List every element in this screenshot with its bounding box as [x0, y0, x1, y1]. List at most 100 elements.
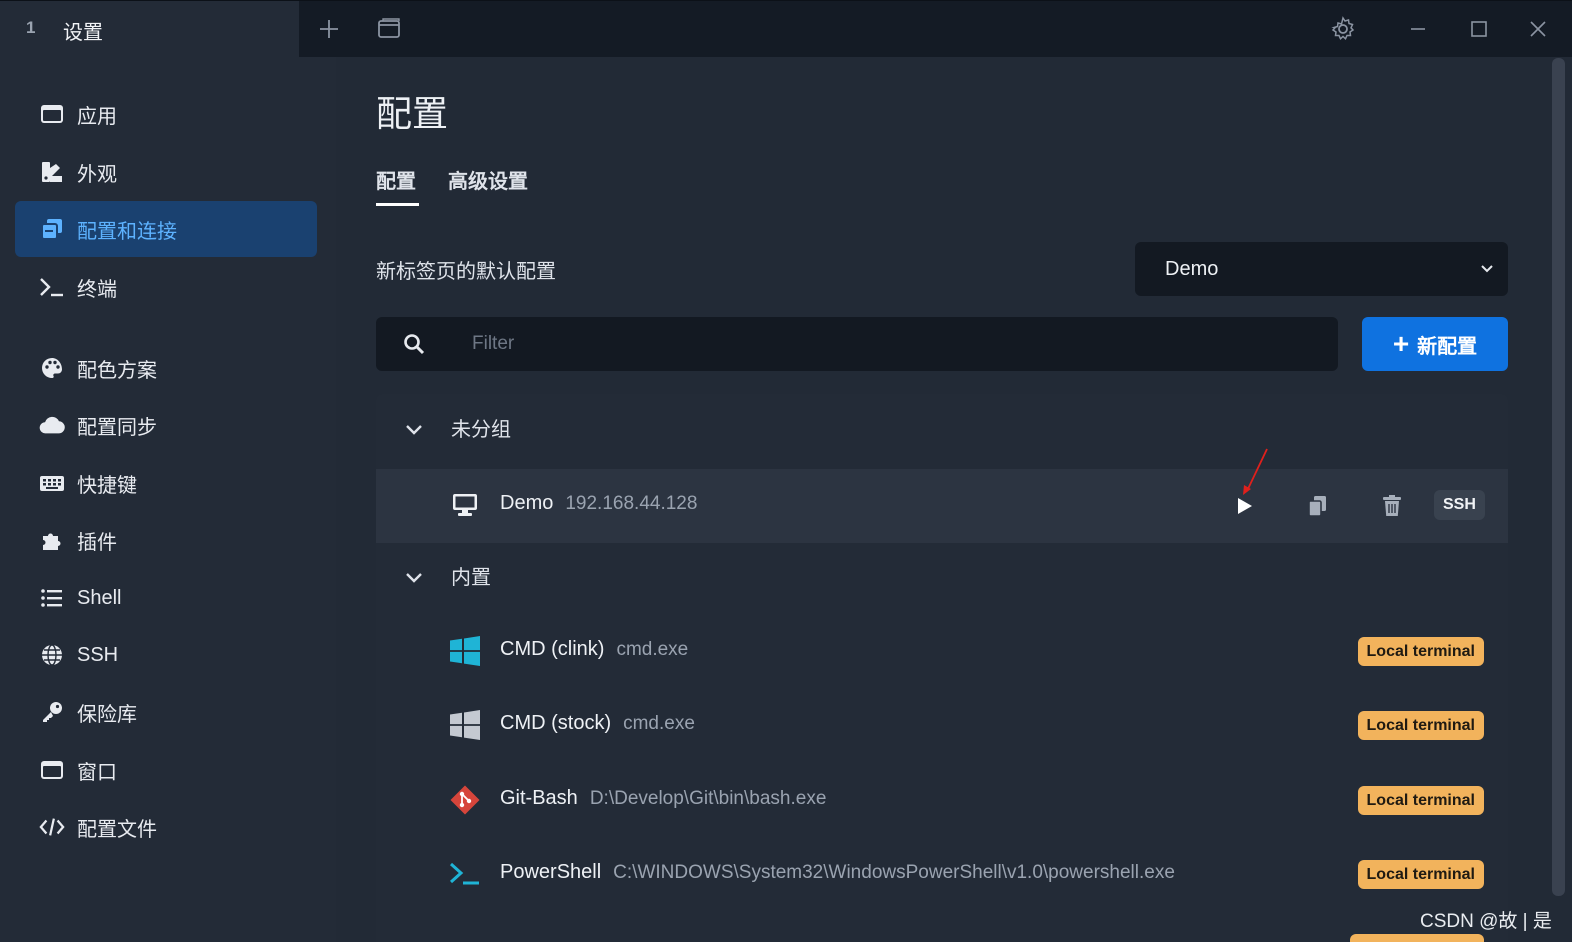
list-item[interactable]: CMD (stock) cmd.exe Local terminal: [376, 689, 1508, 763]
palette-icon: [39, 355, 65, 381]
profile-list: 未分组 Demo 192.168.44.128 SSH 内置 CMD (clink…: [376, 394, 1508, 942]
sidebar-item-label: SSH: [77, 643, 119, 666]
chevron-down-icon: [402, 565, 426, 595]
sidebar-item-terminal[interactable]: 终端: [15, 259, 317, 315]
key-icon: [39, 699, 65, 725]
tab-advanced[interactable]: 高级设置: [448, 165, 528, 194]
code-icon: [39, 814, 65, 840]
profile-name: CMD (clink): [500, 638, 605, 660]
git-icon: [448, 783, 482, 817]
tab-settings[interactable]: 1 设置: [0, 1, 299, 58]
copy-icon[interactable]: [1303, 491, 1333, 521]
profile-desc: C:\WINDOWS\System32\WindowsPowerShell\v1…: [613, 862, 1175, 883]
search-icon: [402, 332, 426, 361]
brush-icon: [39, 159, 65, 185]
plus-icon: +: [1392, 328, 1410, 359]
profile-desc: D:\Develop\Git\bin\bash.exe: [589, 788, 827, 809]
sidebar-item-window[interactable]: 窗口: [15, 742, 317, 798]
title-bar: 1 设置: [0, 0, 1572, 58]
group-label: 未分组: [451, 418, 511, 441]
sidebar-item-label: 配色方案: [77, 359, 157, 382]
sidebar-item-ssh[interactable]: SSH: [15, 627, 317, 683]
windows-gray-icon: [448, 708, 482, 742]
local-terminal-badge: Local terminal: [1357, 711, 1484, 740]
filter-box: [376, 317, 1338, 371]
profile-desc: cmd.exe: [623, 713, 695, 734]
monitor-icon: [448, 488, 482, 522]
sidebar-item-label: 外观: [77, 163, 117, 186]
sidebar-item-app[interactable]: 应用: [15, 86, 317, 142]
group-header-ungrouped[interactable]: 未分组: [376, 397, 1508, 457]
list-item[interactable]: CMD (clink) cmd.exe Local terminal: [376, 615, 1508, 689]
list-item[interactable]: Git-Bash D:\Develop\Git\bin\bash.exe Loca…: [376, 764, 1508, 838]
tab-title: 设置: [63, 22, 103, 44]
trash-icon[interactable]: [1377, 491, 1407, 521]
plus-icon[interactable]: [315, 15, 343, 43]
sidebar-item-label: 配置和连接: [77, 220, 177, 243]
page-title: 配置: [376, 93, 449, 134]
chevron-down-icon: [1478, 259, 1496, 283]
sidebar: 应用 外观 配置和连接 终端 配色方案 配置同步 快捷键 插件 Shell SS…: [0, 57, 336, 942]
minimize-icon[interactable]: [1404, 15, 1432, 43]
list-item[interactable]: PowerShell C:\WINDOWS\System32\WindowsPow…: [376, 838, 1508, 912]
default-profile-value: Demo: [1165, 257, 1219, 280]
sidebar-item-label: 快捷键: [77, 474, 137, 497]
ssh-badge: SSH: [1434, 490, 1485, 520]
window-icon: [39, 757, 65, 783]
gear-icon[interactable]: [1329, 15, 1357, 43]
sidebar-item-config-file[interactable]: 配置文件: [15, 799, 317, 855]
sidebar-item-label: 应用: [77, 105, 117, 128]
profile-name: Demo: [500, 492, 554, 514]
sidebar-item-vault[interactable]: 保险库: [15, 684, 317, 740]
maximize-icon[interactable]: [1465, 15, 1493, 43]
sidebar-item-label: 窗口: [77, 761, 117, 784]
sidebar-item-label: 终端: [77, 278, 117, 301]
profile-name: PowerShell: [500, 861, 602, 883]
windows-color-icon: [448, 634, 482, 668]
sidebar-item-appearance[interactable]: 外观: [15, 144, 317, 200]
sidebar-item-shell[interactable]: Shell: [15, 570, 317, 626]
profiles-icon: [39, 216, 65, 242]
profile-desc: 192.168.44.128: [565, 493, 698, 514]
profile-name: CMD (stock): [500, 712, 612, 734]
local-terminal-badge: Local terminal: [1357, 786, 1484, 815]
annotation-arrow: [1243, 448, 1268, 495]
new-profile-button[interactable]: + 新配置: [1362, 317, 1508, 371]
profile-name: Git-Bash: [500, 787, 578, 809]
globe-icon: [39, 642, 65, 668]
default-profile-label: 新标签页的默认配置: [376, 261, 556, 283]
partial-badge: [1350, 934, 1484, 942]
sidebar-item-label: 配置同步: [77, 416, 157, 439]
sidebar-item-label: 插件: [77, 531, 117, 554]
sidebar-item-sync[interactable]: 配置同步: [15, 397, 317, 453]
tab-profiles[interactable]: 配置: [376, 165, 416, 194]
new-profile-label: 新配置: [1417, 335, 1478, 358]
terminal-prompt-icon: [39, 274, 65, 300]
main-content: 配置 配置 高级设置 新标签页的默认配置 Demo + 新配置 未分组 Demo…: [336, 57, 1572, 942]
app-window-icon: [39, 101, 65, 127]
sidebar-item-plugins[interactable]: 插件: [15, 512, 317, 568]
default-profile-select[interactable]: Demo: [1135, 242, 1508, 296]
chevron-down-icon: [402, 417, 426, 447]
sidebar-item-profiles[interactable]: 配置和连接: [15, 201, 317, 257]
sidebar-item-label: 保险库: [77, 703, 137, 726]
watermark: CSDN @故 | 是: [1420, 911, 1552, 932]
sidebar-item-color-scheme[interactable]: 配色方案: [15, 340, 317, 396]
profile-desc: cmd.exe: [616, 639, 689, 660]
group-label: 内置: [451, 566, 491, 589]
tab-number: 1: [26, 18, 36, 37]
group-header-builtin[interactable]: 内置: [376, 545, 1508, 605]
cloud-icon: [39, 412, 65, 438]
local-terminal-badge: Local terminal: [1357, 637, 1484, 666]
sidebar-item-hotkeys[interactable]: 快捷键: [15, 455, 317, 511]
list-item[interactable]: Demo 192.168.44.128 SSH: [376, 448, 1508, 543]
sidebar-item-label: Shell: [77, 586, 122, 609]
window-icon[interactable]: [375, 15, 403, 43]
filter-input[interactable]: [472, 329, 1292, 359]
sidebar-item-label: 配置文件: [77, 818, 157, 841]
keyboard-icon: [39, 470, 65, 496]
list-icon: [39, 585, 65, 611]
scrollbar[interactable]: [1552, 58, 1565, 896]
puzzle-icon: [39, 527, 65, 553]
close-icon[interactable]: [1524, 15, 1552, 43]
